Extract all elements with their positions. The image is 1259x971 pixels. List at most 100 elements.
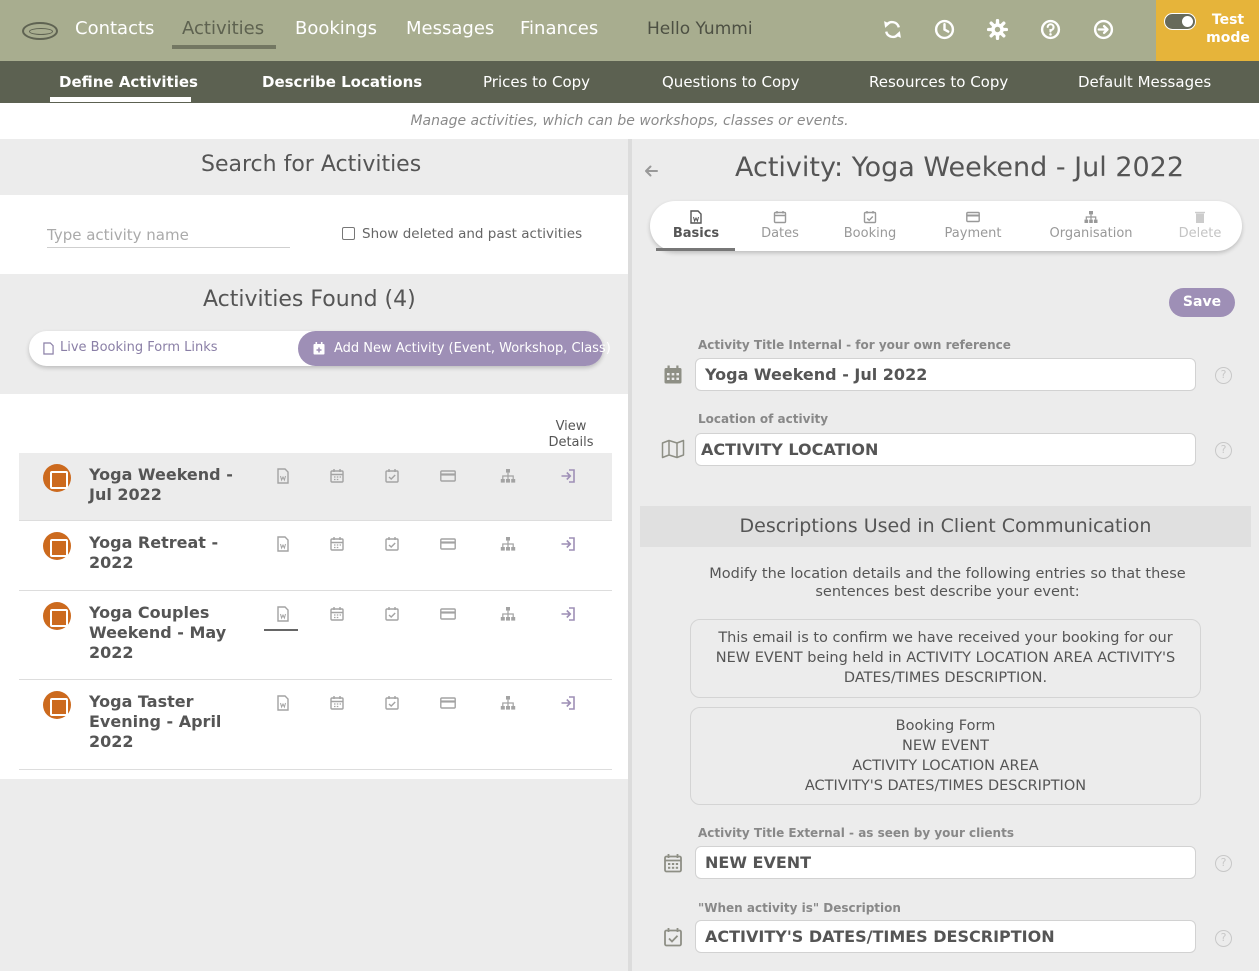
credit-card-icon[interactable] — [440, 468, 456, 484]
calendar-icon[interactable] — [329, 606, 345, 622]
tab-dates[interactable]: Dates — [740, 201, 820, 251]
save-button[interactable]: Save — [1169, 288, 1235, 317]
calendar-check-icon[interactable] — [384, 606, 400, 622]
help-icon[interactable]: ? — [1215, 442, 1232, 459]
calendar-icon — [773, 211, 787, 224]
tab-organisation[interactable]: Organisation — [1038, 201, 1144, 251]
title-internal-input[interactable]: Yoga Weekend - Jul 2022 — [695, 358, 1196, 391]
activity-calendar-icon — [43, 532, 71, 560]
activity-row[interactable]: Yoga Taster Evening - April 2022 — [19, 680, 612, 770]
refresh-icon[interactable] — [882, 19, 903, 40]
activity-tab-indicator — [656, 248, 735, 251]
credit-card-icon[interactable] — [440, 536, 456, 552]
open-details-icon[interactable] — [560, 536, 576, 552]
nav-finances[interactable]: Finances — [520, 18, 598, 39]
help-icon[interactable]: ? — [1215, 367, 1232, 384]
booking-form-line: ACTIVITY'S DATES/TIMES DESCRIPTION — [804, 778, 1087, 794]
activity-tabs: Basics Dates Booking Payment Organisatio… — [650, 201, 1242, 251]
calendar-icon — [664, 854, 682, 873]
booking-form-line: NEW EVENT — [902, 738, 989, 754]
activity-row-title[interactable]: Yoga Couples Weekend - May 2022 — [89, 603, 234, 663]
subtab-questions-to-copy[interactable]: Questions to Copy — [662, 73, 800, 91]
page-tagline: Manage activities, which can be workshop… — [410, 113, 849, 129]
document-icon[interactable] — [275, 468, 291, 484]
when-description-input[interactable]: ACTIVITY'S DATES/TIMES DESCRIPTION — [695, 920, 1196, 953]
subtab-prices-to-copy[interactable]: Prices to Copy — [483, 73, 590, 91]
logout-icon[interactable] — [1093, 19, 1114, 40]
activity-calendar-icon — [43, 691, 71, 719]
sitemap-icon[interactable] — [500, 695, 516, 711]
descriptions-intro: Modify the location details and the foll… — [709, 566, 1186, 600]
live-booking-links-button[interactable]: Live Booking Form Links — [43, 340, 218, 355]
sitemap-icon[interactable] — [500, 606, 516, 622]
settings-icon[interactable] — [987, 19, 1008, 40]
calendar-icon[interactable] — [329, 536, 345, 552]
calendar-icon[interactable] — [329, 695, 345, 711]
show-deleted-label[interactable]: Show deleted and past activities — [362, 226, 582, 242]
booking-form-line: ACTIVITY LOCATION AREA — [852, 758, 1039, 774]
calendar-icon[interactable] — [329, 468, 345, 484]
app-root: Contacts Activities Bookings Messages Fi… — [0, 0, 1259, 971]
document-icon[interactable] — [275, 606, 291, 622]
title-external-input[interactable]: NEW EVENT — [695, 846, 1196, 879]
calendar-check-icon[interactable] — [384, 468, 400, 484]
nav-messages[interactable]: Messages — [406, 18, 494, 39]
credit-card-icon[interactable] — [440, 606, 456, 622]
nav-contacts[interactable]: Contacts — [75, 18, 154, 39]
tab-delete[interactable]: Delete — [1160, 201, 1240, 251]
open-details-icon[interactable] — [560, 695, 576, 711]
back-arrow-icon[interactable] — [643, 163, 659, 179]
calendar-check-icon — [664, 928, 682, 947]
help-icon[interactable] — [1040, 19, 1061, 40]
test-mode-label: Test mode — [1206, 12, 1250, 46]
nav-active-indicator — [172, 45, 276, 49]
hover-underline — [264, 629, 298, 631]
activity-row-title[interactable]: Yoga Weekend - Jul 2022 — [89, 465, 234, 505]
test-mode-toggle[interactable] — [1164, 13, 1196, 30]
sitemap-icon[interactable] — [500, 536, 516, 552]
credit-card-icon[interactable] — [440, 695, 456, 711]
tab-booking[interactable]: Booking — [830, 201, 910, 251]
tab-booking-label: Booking — [843, 226, 897, 241]
activity-row[interactable]: Yoga Weekend - Jul 2022 — [19, 453, 612, 521]
location-input[interactable]: ACTIVITY LOCATION — [695, 433, 1196, 466]
history-icon[interactable] — [934, 19, 955, 40]
show-deleted-checkbox[interactable] — [342, 227, 355, 240]
document-icon — [690, 210, 702, 224]
sitemap-icon[interactable] — [500, 468, 516, 484]
subtab-default-messages[interactable]: Default Messages — [1078, 73, 1211, 91]
tab-basics[interactable]: Basics — [656, 201, 736, 251]
subtab-define-activities[interactable]: Define Activities — [59, 73, 198, 91]
subtab-describe-locations[interactable]: Describe Locations — [262, 73, 422, 91]
activity-row[interactable]: Yoga Couples Weekend - May 2022 — [19, 591, 612, 680]
open-details-icon[interactable] — [560, 468, 576, 484]
nav-bookings[interactable]: Bookings — [295, 18, 377, 39]
calendar-check-icon[interactable] — [384, 695, 400, 711]
results-title: Activities Found (4) — [203, 287, 416, 312]
sitemap-icon — [1084, 211, 1098, 223]
when-description-label: "When activity is" Description — [698, 901, 901, 915]
tab-payment-label: Payment — [944, 226, 1002, 241]
activity-row-title[interactable]: Yoga Retreat - 2022 — [89, 533, 234, 573]
tab-payment[interactable]: Payment — [928, 201, 1018, 251]
help-icon[interactable]: ? — [1215, 930, 1232, 947]
activity-search-input[interactable] — [47, 223, 290, 248]
top-navbar: Contacts Activities Bookings Messages Fi… — [0, 0, 1259, 61]
document-icon[interactable] — [275, 695, 291, 711]
tab-basics-label: Basics — [672, 226, 720, 241]
activity-row[interactable]: Yoga Retreat - 2022 — [19, 521, 612, 591]
subtab-active-indicator — [50, 97, 191, 102]
open-details-icon[interactable] — [560, 606, 576, 622]
document-icon — [43, 342, 54, 355]
help-icon[interactable]: ? — [1215, 855, 1232, 872]
logo-icon[interactable] — [22, 22, 58, 40]
add-new-activity-button[interactable]: Add New Activity (Event, Workshop, Class… — [298, 331, 611, 366]
live-booking-links-label: Live Booking Form Links — [60, 340, 218, 355]
calendar-check-icon[interactable] — [384, 536, 400, 552]
test-mode-panel: Test mode — [1156, 0, 1259, 61]
add-new-activity-label: Add New Activity (Event, Workshop, Class… — [334, 341, 611, 356]
subtab-resources-to-copy[interactable]: Resources to Copy — [869, 73, 1008, 91]
activity-row-title[interactable]: Yoga Taster Evening - April 2022 — [89, 692, 234, 752]
nav-activities[interactable]: Activities — [182, 18, 264, 39]
document-icon[interactable] — [275, 536, 291, 552]
